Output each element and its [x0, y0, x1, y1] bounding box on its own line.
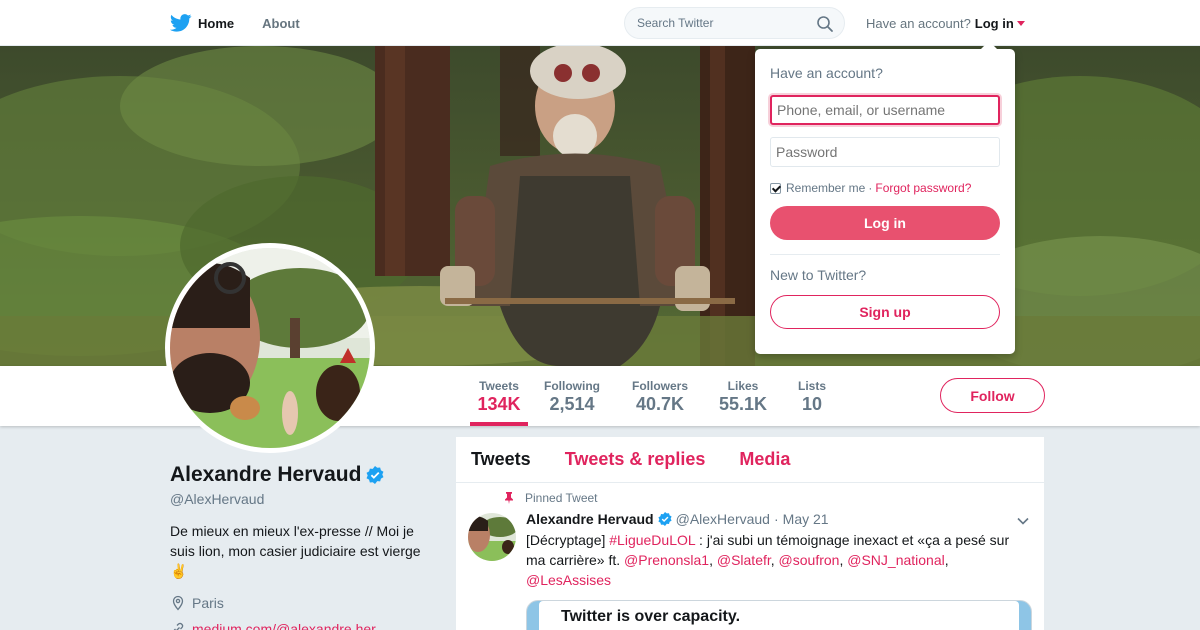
tweet-text: [Décryptage] #LigueDuLOL : j'ai subi un … — [526, 532, 1010, 588]
verified-badge-icon — [658, 512, 672, 526]
tweet-mention[interactable]: @soufron — [779, 552, 840, 568]
dropdown-divider — [770, 254, 1000, 255]
stat-label: Followers — [631, 379, 688, 393]
new-to-twitter: New to Twitter? — [770, 267, 867, 283]
caret-down-icon[interactable] — [1016, 20, 1025, 26]
tab-media[interactable]: Media — [739, 449, 790, 470]
chevron-down-icon[interactable] — [1016, 514, 1030, 528]
timeline: Tweets Tweets & replies Media Pinned Twe… — [456, 437, 1044, 630]
stat-label: Tweets — [479, 379, 519, 393]
timeline-tabs: Tweets Tweets & replies Media — [456, 437, 1044, 483]
login-dropdown: Have an account? Remember me · Forgot pa… — [755, 41, 1015, 354]
tweet-avatar-image — [468, 513, 516, 561]
profile-name-text: Alexandre Hervaud — [170, 463, 362, 486]
pinned-label: Pinned Tweet — [525, 491, 598, 505]
remember-separator: · — [868, 181, 873, 195]
profile-name: Alexandre Hervaud — [170, 463, 384, 487]
remember-row: Remember me · Forgot password? — [770, 181, 1000, 195]
verified-badge-icon — [366, 466, 384, 484]
stat-value: 134K — [477, 394, 521, 414]
tweet-date[interactable]: May 21 — [783, 511, 829, 527]
stat-label: Likes — [727, 379, 759, 393]
link-icon — [173, 622, 184, 630]
pinned-tweet[interactable]: Pinned Tweet Alexandre Hervaud @AlexHerv… — [456, 483, 1044, 630]
avatar-image — [170, 248, 370, 448]
pinned-indicator: Pinned Tweet — [503, 491, 598, 505]
profile-link-text[interactable]: medium.com/@alexandre.her... — [192, 621, 387, 630]
search-input[interactable]: Search Twitter — [624, 7, 845, 39]
pin-icon — [505, 492, 513, 504]
nav-home-label: Home — [198, 15, 235, 31]
tweet-header: Alexandre Hervaud @AlexHervaud · May 21 — [526, 511, 829, 527]
follow-button[interactable]: Follow — [940, 378, 1045, 413]
tweet-mention[interactable]: @Slatefr — [717, 552, 771, 568]
tab-tweets[interactable]: Tweets — [471, 449, 531, 470]
twitter-bird-icon — [170, 14, 192, 32]
stat-value: 2,514 — [549, 394, 595, 414]
stat-value: 10 — [801, 394, 823, 414]
stat-following[interactable]: Following 2,514 — [543, 366, 601, 426]
location-pin-icon — [172, 595, 184, 611]
nav-about[interactable]: About — [262, 0, 300, 46]
stat-label: Following — [544, 379, 600, 393]
tweet-card-title: Twitter is over capacity. — [539, 601, 1019, 630]
have-account: Have an account? Log in — [866, 0, 1025, 46]
profile-avatar[interactable] — [165, 243, 375, 453]
stat-tweets[interactable]: Tweets 134K — [470, 366, 528, 426]
tweet-mention[interactable]: @LesAssises — [526, 572, 611, 588]
login-link[interactable]: Log in — [975, 16, 1014, 31]
stat-likes[interactable]: Likes 55.1K — [716, 366, 770, 426]
profile-link[interactable]: medium.com/@alexandre.her... — [170, 621, 387, 630]
signup-button[interactable]: Sign up — [770, 295, 1000, 329]
profile-handle[interactable]: @AlexHervaud — [170, 491, 264, 507]
remember-checkbox[interactable] — [770, 182, 781, 194]
profile-location: Paris — [170, 595, 224, 611]
login-button[interactable]: Log in — [770, 206, 1000, 240]
tweet-avatar[interactable] — [468, 513, 516, 561]
stat-value: 40.7K — [635, 394, 685, 414]
login-dropdown-title: Have an account? — [770, 65, 883, 81]
tweet-mention[interactable]: @Prenonsla1 — [624, 552, 709, 568]
tweet-author[interactable]: Alexandre Hervaud — [526, 511, 654, 527]
tweet-mention[interactable]: @SNJ_national — [847, 552, 945, 568]
search-icon[interactable] — [816, 15, 834, 33]
search-placeholder: Search Twitter — [637, 16, 714, 30]
tab-tweets-replies[interactable]: Tweets & replies — [565, 449, 706, 470]
profile-bio: De mieux en mieux l'ex-presse // Moi je … — [170, 523, 421, 579]
stat-lists[interactable]: Lists 10 — [796, 366, 828, 426]
tweet-text-part: [Décryptage] — [526, 532, 610, 548]
top-nav: Home About Search Twitter Have an accoun… — [0, 0, 1200, 46]
nav-home[interactable]: Home — [170, 0, 234, 46]
nav-about-label: About — [262, 15, 300, 31]
remember-label[interactable]: Remember me — [786, 181, 865, 195]
tweet-hashtag[interactable]: #LigueDuLOL — [609, 532, 695, 548]
nav-left: Home About — [170, 0, 328, 46]
username-field[interactable] — [770, 95, 1000, 125]
tweet-media-card[interactable]: Twitter is over capacity. — [526, 600, 1032, 630]
tweet-separator: · — [773, 511, 779, 527]
stat-label: Lists — [797, 379, 826, 393]
stat-followers[interactable]: Followers 40.7K — [630, 366, 690, 426]
forgot-password-link[interactable]: Forgot password? — [875, 181, 971, 195]
tweet-handle[interactable]: @AlexHervaud — [676, 511, 770, 527]
profile-location-text: Paris — [192, 595, 224, 611]
have-account-text: Have an account? — [866, 15, 971, 31]
stat-value: 55.1K — [718, 394, 768, 414]
password-field[interactable] — [770, 137, 1000, 167]
